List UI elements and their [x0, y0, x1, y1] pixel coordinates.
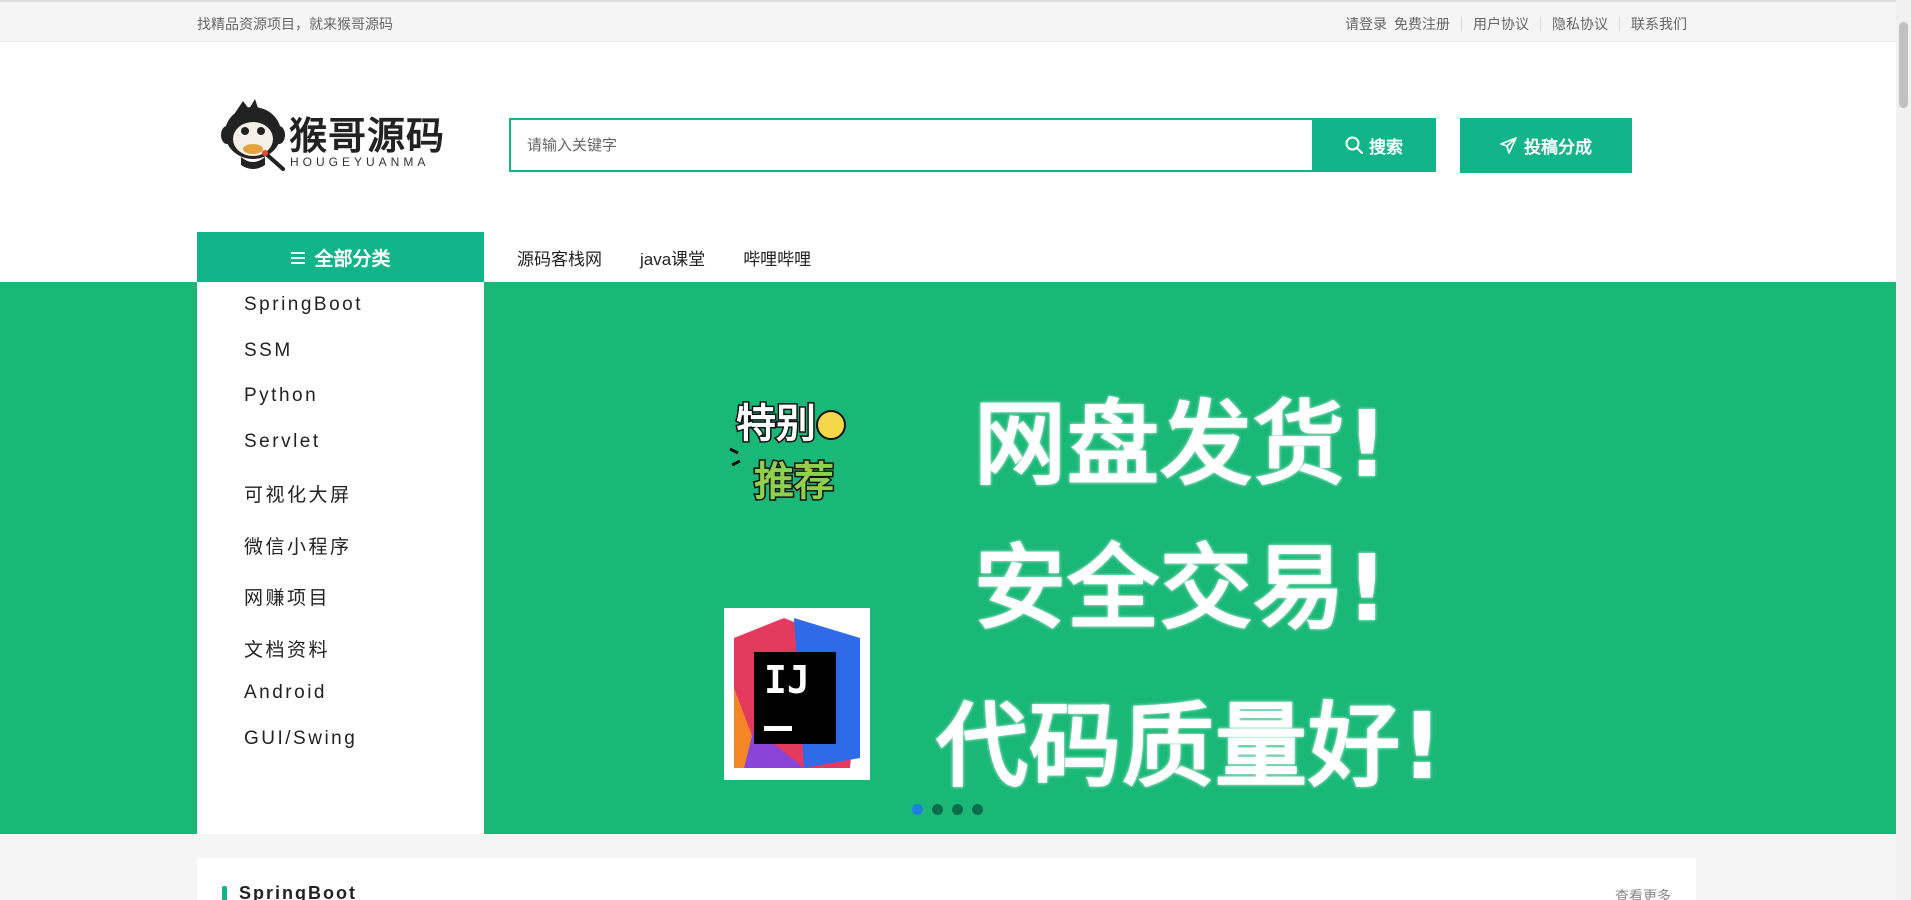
- search-button[interactable]: 搜索: [1312, 118, 1436, 172]
- category-item-python[interactable]: Python: [244, 385, 318, 407]
- view-more-link[interactable]: 查看更多: [1615, 886, 1671, 900]
- main-nav: 源码客栈网 java课堂 哔哩哔哩: [517, 245, 811, 270]
- paper-plane-icon: [1500, 137, 1517, 154]
- top-bar: 找精品资源项目，就来猴哥源码 请登录 免费注册 用户协议 隐私协议 联系我们: [0, 0, 1896, 42]
- site-slogan: 找精品资源项目，就来猴哥源码: [197, 16, 393, 32]
- site-logo[interactable]: 猴哥源码 HOUGEYUANMA: [221, 97, 446, 177]
- register-link[interactable]: 免费注册: [1394, 14, 1450, 34]
- search-button-label: 搜索: [1369, 137, 1403, 157]
- search-icon: [1345, 136, 1363, 154]
- category-item-wechat-miniprogram[interactable]: 微信小程序: [244, 532, 352, 559]
- login-link[interactable]: 请登录: [1345, 14, 1387, 34]
- top-links: 请登录 免费注册 用户协议 隐私协议 联系我们: [1345, 14, 1687, 34]
- all-categories-label: 全部分类: [314, 249, 391, 270]
- category-list: SpringBoot SSM Python Servlet 可视化大屏 微信小程…: [197, 282, 484, 834]
- banner-slide[interactable]: 特别 推荐 IJ 网盘发货! 安全交易! 代码质量好!: [484, 282, 1896, 834]
- intellij-underline: [764, 726, 792, 731]
- divider: [1540, 17, 1541, 31]
- nav-link-java-classroom[interactable]: java课堂: [640, 245, 705, 270]
- all-categories-button[interactable]: 全部分类: [197, 232, 484, 283]
- intellij-logo: IJ: [724, 608, 870, 780]
- contact-link[interactable]: 联系我们: [1631, 14, 1687, 34]
- springboot-section: SpringBoot 查看更多: [197, 858, 1696, 900]
- nav-link-bilibili[interactable]: 哔哩哔哩: [743, 245, 811, 270]
- special-recommend-badge: 特别 推荐: [729, 400, 846, 507]
- category-item-springboot[interactable]: SpringBoot: [244, 294, 363, 316]
- intellij-black-box: IJ: [754, 652, 836, 744]
- carousel-dot-2[interactable]: [932, 804, 943, 815]
- category-item-android[interactable]: Android: [244, 682, 327, 704]
- scrollbar-thumb[interactable]: [1899, 22, 1908, 108]
- submit-contribution-button[interactable]: 投稿分成: [1460, 118, 1632, 173]
- category-item-online-earning[interactable]: 网赚项目: [244, 583, 330, 610]
- nav-link-yuanma-kezhan[interactable]: 源码客栈网: [517, 245, 602, 270]
- category-item-servlet[interactable]: Servlet: [244, 431, 321, 453]
- intellij-text: IJ: [764, 658, 810, 702]
- badge-line2: 推荐: [754, 459, 834, 505]
- banner-line-safe-trade: 安全交易!: [974, 535, 1389, 642]
- banner-line-code-quality: 代码质量好!: [936, 693, 1444, 800]
- divider: [1619, 17, 1620, 31]
- logo-sub-text: HOUGEYUANMA: [290, 155, 430, 169]
- carousel-dot-3[interactable]: [952, 804, 963, 815]
- logo-brand-text: 猴哥源码: [289, 114, 446, 158]
- monkey-logo-icon: [221, 99, 285, 171]
- category-item-ssm[interactable]: SSM: [244, 340, 293, 362]
- menu-icon: [291, 251, 306, 264]
- carousel-dot-1[interactable]: [912, 804, 923, 815]
- carousel-dots: [912, 804, 983, 815]
- carousel-dot-4[interactable]: [972, 804, 983, 815]
- section-title: SpringBoot: [239, 883, 357, 900]
- user-agreement-link[interactable]: 用户协议: [1473, 14, 1529, 34]
- category-item-visual-screen[interactable]: 可视化大屏: [244, 480, 352, 507]
- page-scrollbar[interactable]: [1896, 0, 1911, 900]
- banner-line-netdisk: 网盘发货!: [974, 391, 1389, 498]
- search-input[interactable]: [509, 118, 1312, 172]
- badge-line1: 特别: [736, 401, 816, 447]
- submit-button-label: 投稿分成: [1524, 138, 1592, 157]
- section-accent-bar: [222, 886, 227, 900]
- privacy-link[interactable]: 隐私协议: [1552, 14, 1608, 34]
- category-item-documents[interactable]: 文档资料: [244, 635, 330, 662]
- divider: [1461, 17, 1462, 31]
- category-item-gui-swing[interactable]: GUI/Swing: [244, 728, 357, 750]
